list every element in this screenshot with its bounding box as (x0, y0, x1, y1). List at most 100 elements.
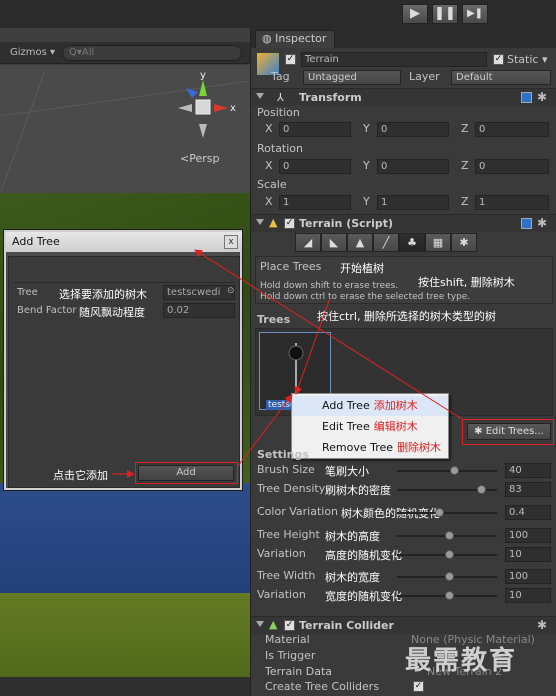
scale-row: X 1 Y 1 Z 1 (251, 195, 556, 211)
rotation-y-input[interactable]: 0 (377, 159, 449, 174)
projection-label[interactable]: <Persp (180, 152, 219, 165)
help-book-icon[interactable] (521, 218, 532, 229)
edit-trees-button[interactable]: ✱ Edit Trees... (467, 423, 551, 440)
tag-dropdown[interactable]: Untagged (303, 70, 401, 85)
rotation-row: X 0 Y 0 Z 0 (251, 159, 556, 175)
smooth-tool-icon[interactable]: ▲ (347, 233, 373, 252)
paint-details-tool-icon[interactable]: ▦ (425, 233, 451, 252)
tree-context-menu: Add Tree 添加树木 Edit Tree 编辑树木 Remove Tree 删除… (291, 393, 449, 459)
menu-item-annotation: 编辑树木 (373, 420, 418, 433)
x-label: X (265, 195, 273, 208)
gizmo-negy-cone[interactable] (199, 124, 207, 138)
foldout-icon[interactable] (256, 219, 264, 225)
tree-object-field[interactable]: testscwedi (163, 285, 235, 300)
paint-texture-tool-icon[interactable]: ╱ (373, 233, 399, 252)
orientation-gizmo-icon[interactable]: y x (170, 68, 250, 148)
watermark: 最需教育 (405, 646, 518, 676)
menu-remove-tree[interactable]: Remove Tree 删除树木 (292, 438, 448, 458)
dialog-titlebar[interactable]: Add Tree x (6, 232, 242, 252)
gizmo-z-cone[interactable] (186, 88, 198, 98)
setting-value-input[interactable]: 100 (505, 569, 551, 584)
place-trees-tool-icon[interactable]: ♣ (399, 233, 425, 252)
setting-label: Tree Density (257, 482, 326, 495)
static-checkbox[interactable]: ✓ (493, 54, 504, 65)
rotation-x-input[interactable]: 0 (279, 159, 351, 174)
static-dropdown[interactable]: Static ▾ (507, 53, 547, 66)
step-icon[interactable]: ▶❚ (462, 4, 488, 24)
pause-icon[interactable]: ❚❚ (432, 4, 458, 24)
slider-knob[interactable] (445, 550, 454, 559)
slider-knob[interactable] (450, 466, 459, 475)
bend-factor-input[interactable]: 0.02 (163, 303, 235, 318)
paint-height-tool-icon[interactable]: ◣ (321, 233, 347, 252)
material-label: Material (265, 633, 310, 646)
setting-row: Variation 宽度的随机变化 10 (251, 588, 556, 604)
create-colliders-label: Create Tree Colliders (265, 680, 380, 693)
setting-value-input[interactable]: 100 (505, 528, 551, 543)
gear-icon[interactable]: ✱ (537, 618, 547, 632)
object-name-input[interactable]: Terrain (301, 52, 487, 67)
foldout-icon[interactable] (256, 621, 264, 627)
collider-enabled-checkbox[interactable]: ✓ (284, 620, 295, 631)
gizmo-x-cone[interactable] (214, 104, 228, 112)
slider-knob[interactable] (477, 485, 486, 494)
terrain-collider-header[interactable]: ▲ ✓ Terrain Collider ✱ (251, 616, 556, 634)
setting-row: Tree Width 树木的宽度 100 (251, 569, 556, 585)
gear-icon[interactable]: ✱ (537, 90, 547, 104)
setting-value-input[interactable]: 0.4 (505, 505, 551, 520)
slider-knob[interactable] (445, 591, 454, 600)
gear-icon: ✱ (474, 426, 486, 437)
transform-header[interactable]: ⅄ Transform ✱ (251, 88, 556, 106)
setting-value-input[interactable]: 10 (505, 588, 551, 603)
scene-bottom-bar (0, 677, 250, 696)
setting-annotation: 树木的宽度 (325, 571, 380, 584)
create-colliders-checkbox[interactable]: ✓ (413, 681, 424, 692)
position-y-input[interactable]: 0 (377, 122, 449, 137)
setting-value-input[interactable]: 83 (505, 482, 551, 497)
play-icon[interactable]: ▶ (402, 4, 428, 24)
tab-inspector[interactable]: ◍ Inspector (255, 30, 335, 48)
setting-row: Tree Density 刷树木的密度 83 (251, 482, 556, 498)
active-checkbox[interactable]: ✓ (285, 54, 296, 65)
tree-label: Tree (17, 287, 38, 298)
tree-annotation: 选择要添加的树木 (59, 288, 147, 301)
slider-knob[interactable] (435, 508, 444, 517)
rotation-z-input[interactable]: 0 (475, 159, 549, 174)
scale-z-input[interactable]: 1 (475, 195, 549, 210)
setting-label: Tree Width (257, 569, 316, 582)
object-picker-icon[interactable]: ⊙ (227, 286, 235, 296)
raise-lower-tool-icon[interactable]: ◢ (295, 233, 321, 252)
position-label: Position (257, 106, 300, 119)
scale-x-input[interactable]: 1 (279, 195, 351, 210)
foldout-icon[interactable] (256, 93, 264, 99)
layer-dropdown[interactable]: Default (451, 70, 551, 85)
setting-value-input[interactable]: 10 (505, 547, 551, 562)
slider-knob[interactable] (445, 531, 454, 540)
menu-edit-tree[interactable]: Edit Tree 编辑树木 (292, 417, 448, 437)
settings-tool-icon[interactable]: ✱ (451, 233, 477, 252)
scene-search-input[interactable]: Q▾All (62, 45, 242, 61)
slider-knob[interactable] (445, 572, 454, 581)
z-label: Z (461, 159, 469, 172)
gizmos-dropdown[interactable]: Gizmos ▾ (4, 45, 61, 61)
gizmo-center[interactable] (195, 99, 211, 115)
setting-value-input[interactable]: 40 (505, 463, 551, 478)
scale-y-input[interactable]: 1 (377, 195, 449, 210)
add-button[interactable]: Add (138, 465, 234, 481)
gizmo-negx-cone[interactable] (178, 104, 192, 112)
enabled-checkbox[interactable]: ✓ (284, 218, 295, 229)
gear-icon[interactable]: ✱ (537, 216, 547, 230)
tree-row: Tree 选择要添加的树木 testscwedi ⊙ (13, 284, 235, 302)
gizmo-y-cone[interactable] (199, 80, 207, 96)
close-icon[interactable]: x (224, 235, 238, 249)
hint-ctrl-text: Hold down ctrl to erase the selected tre… (260, 292, 471, 302)
position-x-input[interactable]: 0 (279, 122, 351, 137)
terrain-script-header[interactable]: ▲ ✓ Terrain (Script) ✱ (251, 214, 556, 232)
position-z-input[interactable]: 0 (475, 122, 549, 137)
menu-add-tree[interactable]: Add Tree 添加树木 (292, 396, 448, 416)
setting-slider[interactable] (397, 512, 497, 514)
scale-label: Scale (257, 178, 287, 191)
help-book-icon[interactable] (521, 92, 532, 103)
setting-slider[interactable] (397, 470, 497, 472)
y-label: Y (363, 122, 370, 135)
